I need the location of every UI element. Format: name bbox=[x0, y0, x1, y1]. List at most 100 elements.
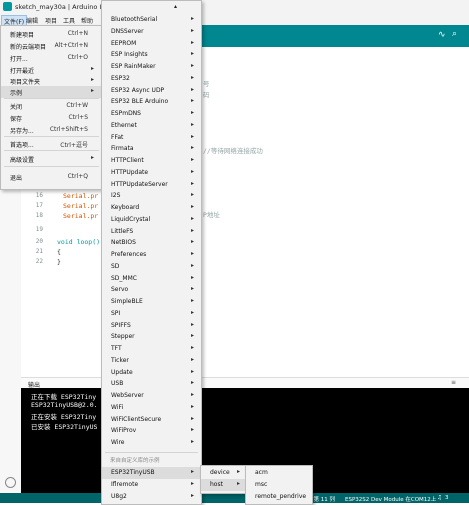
file-menu-item[interactable]: 新的云端项目 Alt+Ctrl+N bbox=[1, 40, 102, 52]
file-menu-item[interactable]: 打开... Ctrl+O bbox=[1, 52, 102, 64]
menu-item-label: SimpleBLE bbox=[111, 298, 143, 305]
menu-item-label: BluetoothSerial bbox=[111, 16, 158, 23]
examples-menu-item[interactable]: USB ▸ bbox=[102, 378, 201, 390]
examples-menu-item[interactable]: Keyboard ▸ bbox=[102, 202, 201, 214]
file-menu-item[interactable]: 示例 ▸ bbox=[1, 86, 102, 98]
examples-menu-item[interactable]: ESP RainMaker ▸ bbox=[102, 61, 201, 73]
host-menu-item[interactable]: remote_pendrive bbox=[246, 491, 312, 503]
code-comment-fragment: P地址 bbox=[203, 211, 220, 219]
notification-count: 3 bbox=[445, 495, 449, 501]
examples-menu-item[interactable]: LiquidCrystal ▸ bbox=[102, 214, 201, 226]
menu-item-shortcut: Ctrl+Shift+S bbox=[49, 126, 88, 133]
examples-menu-item[interactable]: ESP32 BLE Arduino ▸ bbox=[102, 96, 201, 108]
chevron-right-icon: ▸ bbox=[191, 26, 195, 34]
chevron-right-icon: ▸ bbox=[191, 179, 195, 187]
menu-item-label: ESP RainMaker bbox=[111, 63, 156, 70]
chevron-right-icon: ▸ bbox=[91, 76, 95, 83]
file-menu-item[interactable]: 首选项... Ctrl+逗号 bbox=[1, 138, 102, 150]
examples-menu-item[interactable]: Stepper ▸ bbox=[102, 331, 201, 343]
examples-menu-item[interactable]: HTTPClient ▸ bbox=[102, 155, 201, 167]
title-bar: sketch_may30a | Arduino IDE 2.3... bbox=[0, 0, 469, 14]
line-number: 20 bbox=[35, 238, 43, 245]
output-header: 输出 ≡ bbox=[21, 377, 469, 389]
chevron-right-icon: ▸ bbox=[191, 50, 195, 58]
examples-menu-item[interactable]: I2S ▸ bbox=[102, 190, 201, 202]
menu-help[interactable]: 帮助 bbox=[81, 16, 93, 25]
file-menu-item[interactable]: 保存 Ctrl+S bbox=[1, 112, 102, 124]
host-menu-item[interactable]: acm bbox=[246, 467, 312, 479]
examples-menu-item[interactable]: NetBIOS ▸ bbox=[102, 237, 201, 249]
line-number: 22 bbox=[35, 258, 43, 265]
chevron-right-icon: ▸ bbox=[191, 402, 195, 410]
menu-item-label: Keyboard bbox=[111, 204, 140, 211]
code-comment-fragment: 号 bbox=[203, 80, 210, 88]
examples-menu-item[interactable]: WebServer ▸ bbox=[102, 390, 201, 402]
code-line: } bbox=[57, 258, 61, 266]
examples-menu-item[interactable]: BluetoothSerial ▸ bbox=[102, 14, 201, 26]
examples-menu-item[interactable]: HTTPUpdate ▸ bbox=[102, 167, 201, 179]
menu-item-label: 新的云端项目 bbox=[10, 44, 47, 51]
notifications-icon[interactable]: ♫ bbox=[437, 495, 442, 501]
line-number: 19 bbox=[35, 226, 43, 233]
examples-menu-item[interactable]: ESP32TinyUSB ▸ bbox=[102, 467, 201, 479]
examples-menu-item[interactable]: SPI ▸ bbox=[102, 308, 201, 320]
menu-edit[interactable]: 编辑 bbox=[26, 16, 38, 25]
examples-menu-item[interactable]: SD ▸ bbox=[102, 261, 201, 273]
menu-item-label: 新建项目 bbox=[10, 32, 35, 39]
examples-menu-item[interactable]: WiFi ▸ bbox=[102, 402, 201, 414]
status-bar: 第 1 行，第 11 列 ESP32S2 Dev Module 在COM12上 … bbox=[0, 493, 469, 503]
examples-menu-item[interactable]: ESP Insights ▸ bbox=[102, 49, 201, 61]
chevron-right-icon: ▸ bbox=[191, 226, 195, 234]
examples-menu-item[interactable]: Ticker ▸ bbox=[102, 355, 201, 367]
examples-menu-item[interactable]: Ethernet ▸ bbox=[102, 120, 201, 132]
menu-sketch[interactable]: 项目 bbox=[45, 16, 57, 25]
file-menu-item[interactable]: 另存为... Ctrl+Shift+S bbox=[1, 124, 102, 136]
examples-menu-item[interactable]: Wire ▸ bbox=[102, 437, 201, 449]
serial-plotter-icon[interactable]: ∿ bbox=[438, 30, 446, 40]
file-menu-item[interactable]: 高级设置 ▸ bbox=[1, 153, 102, 165]
examples-menu-item[interactable]: ESP32 ▸ bbox=[102, 73, 201, 85]
file-menu-item[interactable]: 关闭 Ctrl+W bbox=[1, 100, 102, 112]
clear-output-icon[interactable]: ≡ bbox=[451, 379, 456, 386]
file-menu-item[interactable]: 退出 Ctrl+Q bbox=[1, 171, 102, 183]
menu-item-label: HTTPClient bbox=[111, 157, 144, 164]
menu-item-label: Wire bbox=[111, 439, 125, 446]
account-icon[interactable] bbox=[5, 477, 16, 488]
examples-menu-item[interactable]: SPIFFS ▸ bbox=[102, 320, 201, 332]
examples-menu-item[interactable]: Preferences ▸ bbox=[102, 249, 201, 261]
chevron-right-icon: ▸ bbox=[191, 38, 195, 46]
menu-item-label: 打开最近 bbox=[10, 68, 35, 75]
examples-menu-item[interactable]: Iflremote ▸ bbox=[102, 479, 201, 491]
menu-tools[interactable]: 工具 bbox=[63, 16, 75, 25]
examples-menu-item[interactable]: Servo ▸ bbox=[102, 284, 201, 296]
chevron-right-icon: ▸ bbox=[91, 87, 95, 94]
chevron-right-icon: ▸ bbox=[191, 214, 195, 222]
examples-menu-item[interactable]: U8g2 ▸ bbox=[102, 491, 201, 503]
tinyusb-menu-item[interactable]: device ▸ bbox=[201, 467, 246, 479]
host-submenu: acm msc remote_pendrive bbox=[245, 465, 313, 505]
examples-menu-item[interactable]: FFat ▸ bbox=[102, 132, 201, 144]
examples-menu-item[interactable]: Update ▸ bbox=[102, 367, 201, 379]
examples-menu-item[interactable]: EEPROM ▸ bbox=[102, 38, 201, 50]
examples-menu-item[interactable]: HTTPUpdateServer ▸ bbox=[102, 179, 201, 191]
examples-menu-item[interactable]: Firmata ▸ bbox=[102, 143, 201, 155]
scroll-up-icon[interactable]: ▴ bbox=[174, 3, 177, 10]
serial-monitor-icon[interactable]: ⌕ bbox=[452, 29, 457, 39]
examples-menu-item[interactable]: DNSServer ▸ bbox=[102, 26, 201, 38]
host-menu-item[interactable]: msc bbox=[246, 479, 312, 491]
examples-menu-item[interactable]: ESPmDNS ▸ bbox=[102, 108, 201, 120]
examples-menu-item[interactable]: SD_MMC ▸ bbox=[102, 273, 201, 285]
menu-item-label: Servo bbox=[111, 286, 129, 294]
tinyusb-menu-item[interactable]: host ▸ bbox=[201, 479, 246, 491]
board-port[interactable]: ESP32S2 Dev Module 在COM12上 bbox=[345, 495, 436, 503]
examples-menu-item[interactable]: SimpleBLE ▸ bbox=[102, 296, 201, 308]
examples-menu-item[interactable]: WiFiClientSecure ▸ bbox=[102, 414, 201, 426]
file-menu-item[interactable]: 新建项目 Ctrl+N bbox=[1, 28, 102, 40]
examples-menu-item[interactable]: TFT ▸ bbox=[102, 343, 201, 355]
menu-item-label: ESP32 Async UDP bbox=[111, 86, 165, 94]
menu-item-label: ESPmDNS bbox=[111, 110, 141, 117]
examples-menu-item[interactable]: ESP32 Async UDP ▸ bbox=[102, 85, 201, 97]
examples-menu-item[interactable]: WiFiProv ▸ bbox=[102, 425, 201, 437]
examples-menu-item[interactable]: LittleFS ▸ bbox=[102, 226, 201, 238]
menu-separator bbox=[105, 452, 198, 453]
